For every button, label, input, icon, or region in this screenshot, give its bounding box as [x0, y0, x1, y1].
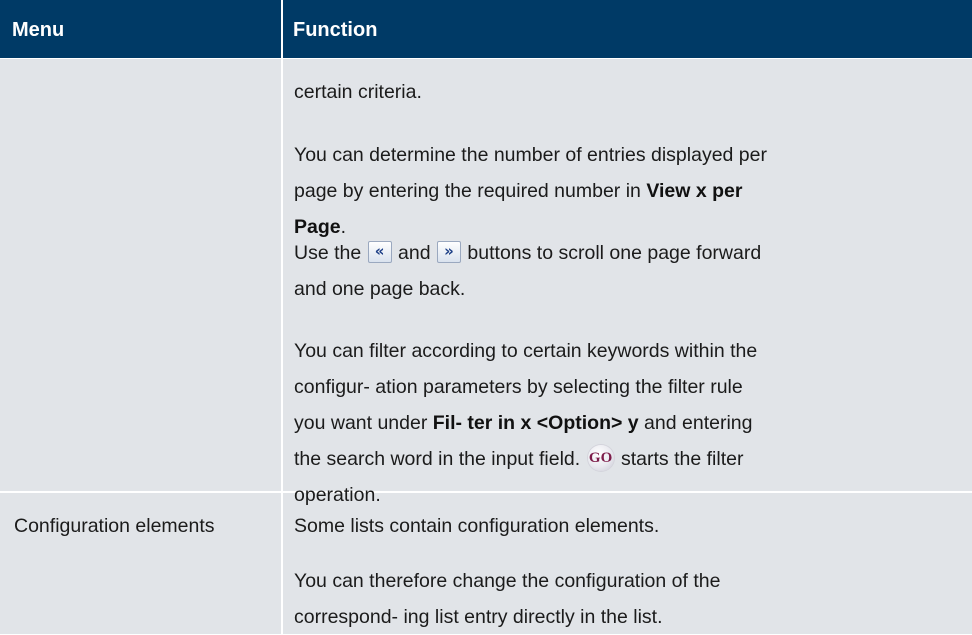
header-menu: Menu	[12, 19, 65, 41]
column-divider	[281, 0, 283, 634]
row-2-paragraph-2: You can therefore change the configurati…	[294, 570, 721, 628]
row-1-paragraph-3: Use the « and » buttons to scroll one pa…	[294, 235, 774, 307]
go-filter-icon: GO	[587, 444, 614, 471]
scroll-forward-icon: »	[437, 240, 461, 263]
table-header-row: Menu Function	[0, 0, 972, 59]
row-1-paragraph-4: You can filter according to certain keyw…	[294, 333, 774, 513]
filter-option-term: Fil- ter in x <Option> y	[432, 412, 639, 434]
scroll-back-icon: «	[367, 240, 392, 263]
row-1-paragraph-1: certain criteria.	[294, 81, 422, 103]
row-1-paragraph-2: You can determine the number of entries …	[294, 137, 774, 245]
row-2-paragraph-1: Some lists contain configuration element…	[294, 515, 660, 537]
row-2-menu-cell: Configuration elements	[14, 515, 215, 537]
row-1-p3-text: Use the	[294, 242, 367, 264]
function-table: Menu Function certain criteria. You can …	[0, 0, 972, 634]
row-1-p3-and: and	[392, 242, 436, 264]
header-function: Function	[293, 19, 378, 41]
